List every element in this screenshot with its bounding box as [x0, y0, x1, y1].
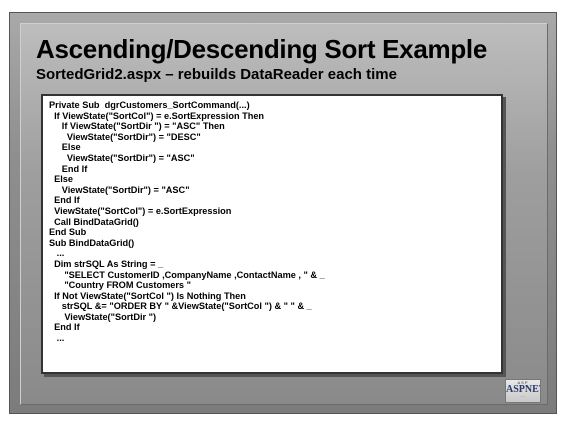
code-line: ViewState("SortDir") = "ASC": [49, 184, 190, 195]
code-line: End If: [49, 163, 88, 174]
code-line: Call BindDataGrid(): [49, 216, 139, 227]
code-line: "Country FROM Customers ": [49, 280, 191, 291]
slide-title: Ascending/Descending Sort Example: [36, 34, 487, 64]
code-line: Dim strSQL As String = _: [49, 258, 164, 269]
code-line: If Not ViewState("SortCol ") Is Nothing …: [49, 290, 246, 301]
code-line: ViewState("SortDir "): [49, 311, 157, 322]
logo-bottom-text: ···: [521, 395, 525, 399]
logo-main-text: ASPNET: [506, 384, 540, 395]
code-line: Else: [49, 142, 81, 153]
slide-subtitle: SortedGrid2.aspx – rebuilds DataReader e…: [36, 66, 397, 83]
code-line: ViewState("SortDir") = "ASC": [49, 152, 195, 163]
aspnet-logo: ASP ASPNET ···: [505, 379, 541, 403]
code-line: ...: [49, 333, 65, 344]
code-line: Else: [49, 174, 74, 185]
code-line: strSQL &= "ORDER BY " &ViewState("SortCo…: [49, 301, 312, 312]
code-line: ...: [49, 248, 65, 259]
code-block: Private Sub dgrCustomers_SortCommand(...…: [41, 94, 503, 374]
code-line: End If: [49, 322, 80, 333]
slide: Ascending/Descending Sort Example Sorted…: [0, 0, 566, 423]
code-line: ViewState("SortCol") = e.SortExpression: [49, 205, 232, 216]
code-line: Sub BindDataGrid(): [49, 237, 135, 248]
code-line: If ViewState("SortCol") = e.SortExpressi…: [49, 110, 265, 121]
code-line: If ViewState("SortDir ") = "ASC" Then: [49, 121, 225, 132]
code-line: ViewState("SortDir") = "DESC": [49, 131, 201, 142]
code-line: Private Sub dgrCustomers_SortCommand(...…: [49, 100, 250, 110]
code-line: End Sub: [49, 227, 87, 238]
code-line: End If: [49, 195, 80, 206]
code-line: "SELECT CustomerID ,CompanyName ,Contact…: [49, 269, 325, 280]
